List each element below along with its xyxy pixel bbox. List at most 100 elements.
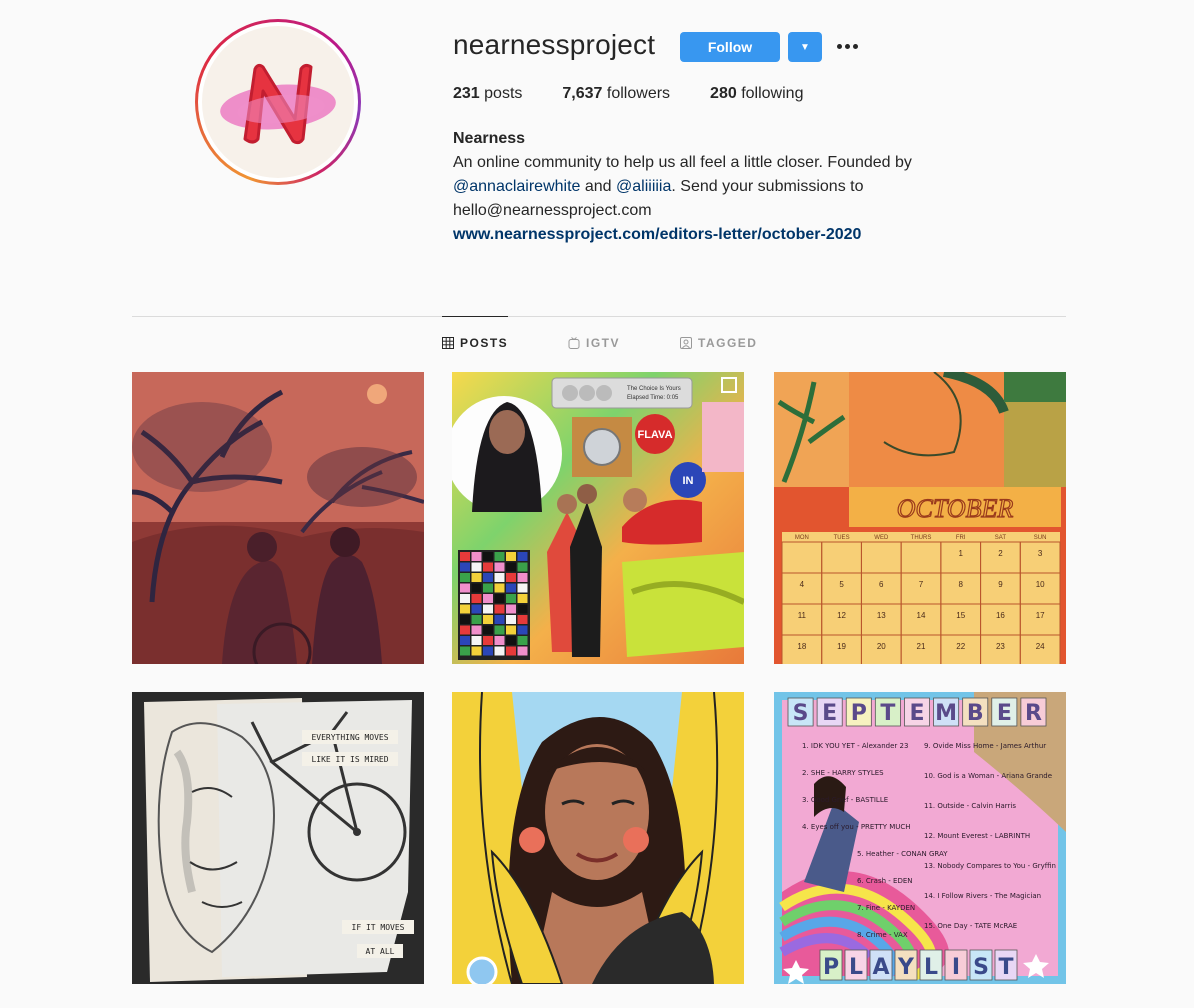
- calendar-day: 17: [1036, 611, 1045, 620]
- calendar-weekday: MON: [795, 535, 809, 541]
- calendar-weekday: SUN: [1034, 535, 1047, 541]
- calendar-day: 10: [1036, 580, 1045, 589]
- playlist-footer-letter: Y: [897, 955, 915, 980]
- playlist-title-letter: S: [793, 701, 809, 726]
- playlist-track: 7. Fine - KAYDEN: [857, 904, 915, 912]
- playlist-track: 1. IDK YOU YET - Alexander 23: [802, 742, 908, 750]
- playlist-track: 12. Mount Everest - LABRINTH: [924, 832, 1030, 840]
- playlist-title-letter: E: [997, 701, 1012, 726]
- playlist-track: 9. Ovide Miss Home - James Arthur: [924, 742, 1046, 750]
- calendar-day: 2: [998, 549, 1003, 558]
- playlist-track: 6. Crash - EDEN: [857, 877, 913, 885]
- playlist-footer-letter: A: [872, 955, 889, 980]
- svg-text:OCTOBER: OCTOBER: [897, 494, 1014, 523]
- mention-aliiiiia[interactable]: @aliiiiia: [616, 178, 671, 195]
- bio-tail: . Send your submissions to: [671, 178, 864, 195]
- followers-count: 7,637: [562, 85, 603, 102]
- calendar-weekday: SAT: [995, 535, 1007, 541]
- tab-posts-label: POSTS: [460, 335, 509, 350]
- playlist-track: 4. Eyes off you - PRETTY MUCH: [802, 823, 911, 831]
- calendar-day: 21: [917, 642, 926, 651]
- playlist-title-letter: B: [967, 701, 984, 726]
- calendar-day: 7: [919, 580, 924, 589]
- playlist-track: 3. Good Grief - BASTILLE: [802, 796, 888, 804]
- posts-label: posts: [484, 85, 523, 102]
- post-thumbnail[interactable]: SEPTEMBER 1. IDK YOU YET - Alexander 23 2…: [774, 692, 1066, 984]
- playlist-footer-letter: T: [998, 955, 1013, 980]
- triangle-down-icon: ▼: [800, 41, 810, 53]
- profile-bio: Nearness An online community to help us …: [453, 127, 1013, 247]
- playlist-title-letter: R: [1025, 701, 1042, 726]
- calendar-day: 5: [839, 580, 844, 589]
- playlist-title-letter: E: [909, 701, 924, 726]
- post-illustration-trees: [132, 372, 424, 664]
- avatar-border: N: [198, 22, 358, 182]
- tab-tagged[interactable]: TAGGED: [680, 317, 757, 369]
- grid-icon: [442, 336, 454, 349]
- post-sketch-bicycle: EVERYTHING MOVES LIKE IT IS MIRED IF IT …: [132, 692, 424, 984]
- calendar-day: 14: [917, 611, 926, 620]
- calendar-day: 6: [879, 580, 884, 589]
- bio-and: and: [580, 178, 617, 195]
- tab-tagged-label: TAGGED: [698, 336, 758, 350]
- svg-text:EVERYTHING MOVES: EVERYTHING MOVES: [311, 733, 388, 742]
- following-count: 280: [710, 85, 737, 102]
- profile-username: nearnessproject: [453, 29, 656, 60]
- playlist-footer-letter: L: [924, 955, 938, 980]
- calendar-day: 13: [877, 611, 886, 620]
- svg-text:IN: IN: [683, 475, 694, 487]
- post-thumbnail[interactable]: The Choice Is Yours Elapsed Time: 0:05 F…: [452, 372, 744, 664]
- playlist-track: 5. Heather - CONAN GRAY: [857, 850, 948, 858]
- bio-line-2: @annaclairewhite and @aliiiiia. Send you…: [453, 175, 1013, 199]
- post-thumbnail[interactable]: [132, 372, 424, 664]
- calendar-day: 15: [956, 611, 965, 620]
- profile-avatar[interactable]: N: [195, 19, 361, 185]
- avatar-image: N: [202, 26, 354, 178]
- svg-text:FLAVA: FLAVA: [637, 429, 672, 441]
- calendar-day: 1: [958, 549, 963, 558]
- playlist-track: 15. One Day - TATE McRAE: [924, 922, 1017, 930]
- svg-text:IF IT MOVES: IF IT MOVES: [352, 923, 405, 932]
- calendar-day: 24: [1036, 642, 1045, 651]
- mention-annaclairewhite[interactable]: @annaclairewhite: [453, 178, 580, 195]
- svg-text:Elapsed Time: 0:05: Elapsed Time: 0:05: [627, 395, 679, 401]
- post-collage-90s: The Choice Is Yours Elapsed Time: 0:05 F…: [452, 372, 744, 664]
- playlist-title-letter: T: [880, 701, 895, 726]
- bio-line-1: An online community to help us all feel …: [453, 154, 912, 171]
- more-options-button[interactable]: [834, 33, 860, 59]
- playlist-title-letter: P: [851, 701, 867, 726]
- calendar-day: 11: [798, 611, 807, 620]
- follow-button[interactable]: Follow: [680, 32, 780, 62]
- igtv-icon: [568, 337, 580, 349]
- profile-full-name: Nearness: [453, 130, 526, 147]
- followers-stat[interactable]: 7,637 followers: [562, 85, 670, 103]
- following-label: following: [741, 85, 804, 102]
- svg-text:The Choice Is Yours: The Choice Is Yours: [627, 386, 681, 392]
- playlist-footer-letter: I: [952, 955, 960, 980]
- suggested-accounts-button[interactable]: ▼: [788, 32, 822, 62]
- tab-posts[interactable]: POSTS: [442, 316, 509, 368]
- playlist-footer-letter: P: [823, 955, 839, 980]
- profile-website-link[interactable]: www.nearnessproject.com/editors-letter/o…: [453, 223, 1013, 247]
- post-thumbnail[interactable]: OCTOBER MON TUES WED THURS FRI SAT SUN 1234567…: [774, 372, 1066, 664]
- playlist-track: 11. Outside - Calvin Harris: [924, 802, 1016, 810]
- tab-igtv[interactable]: IGTV: [568, 317, 620, 369]
- dot-icon: [844, 43, 850, 49]
- playlist-footer-letter: S: [973, 955, 989, 980]
- posts-count: 231: [453, 85, 480, 102]
- playlist-track: 14. I Follow Rivers - The Magician: [924, 892, 1041, 900]
- post-thumbnail[interactable]: EVERYTHING MOVES LIKE IT IS MIRED IF IT …: [132, 692, 424, 984]
- playlist-title-letter: M: [935, 701, 957, 726]
- dot-icon: [836, 43, 842, 49]
- post-october-calendar: OCTOBER MON TUES WED THURS FRI SAT SUN 1 2 34 5 6 7…: [774, 372, 1066, 664]
- calendar-weekday: THURS: [911, 535, 932, 541]
- followers-label: followers: [606, 85, 671, 102]
- tab-igtv-label: IGTV: [586, 336, 621, 350]
- svg-text:AT ALL: AT ALL: [366, 947, 395, 956]
- post-september-playlist: SEPTEMBER 1. IDK YOU YET - Alexander 232…: [774, 692, 1066, 984]
- post-thumbnail[interactable]: [452, 692, 744, 984]
- svg-text:LIKE IT IS MIRED: LIKE IT IS MIRED: [311, 755, 388, 764]
- following-stat[interactable]: 280 following: [710, 85, 803, 103]
- calendar-day: 22: [956, 642, 965, 651]
- post-illustration-portrait: [452, 692, 744, 984]
